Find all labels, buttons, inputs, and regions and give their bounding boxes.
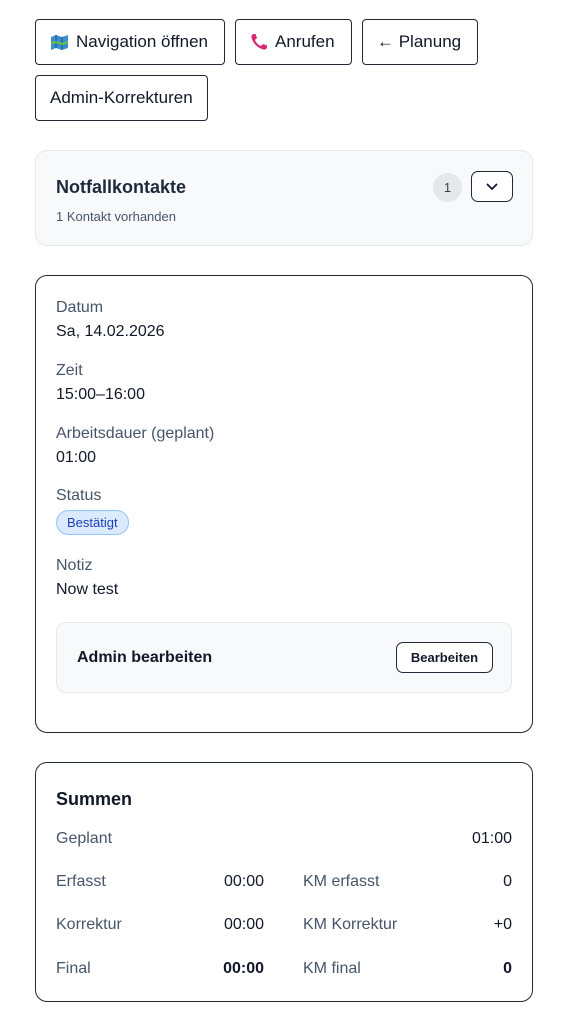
emergency-contacts-card: Notfallkontakte 1 Kontakt vorhanden 1 bbox=[35, 150, 533, 246]
appointment-details-card: Datum Sa, 14.02.2026 Zeit 15:00–16:00 Ar… bbox=[35, 275, 533, 733]
final-value: 00:00 bbox=[223, 960, 264, 977]
recorded-value: 00:00 bbox=[223, 873, 264, 890]
emergency-contacts-subtitle: 1 Kontakt vorhanden bbox=[56, 209, 176, 224]
admin-edit-section: Admin bearbeiten Bearbeiten bbox=[56, 622, 512, 693]
emergency-contacts-toggle-button[interactable] bbox=[471, 171, 513, 202]
note-value: Now test bbox=[56, 581, 119, 598]
chevron-down-icon bbox=[486, 178, 498, 196]
emergency-contacts-count-badge: 1 bbox=[433, 173, 462, 202]
date-value: Sa, 14.02.2026 bbox=[56, 323, 165, 340]
duration-label: Arbeitsdauer (geplant) bbox=[56, 425, 215, 442]
km-final-label: KM final bbox=[303, 960, 361, 977]
planned-value: 01:00 bbox=[471, 830, 512, 847]
summary-card: Summen Geplant 01:00 Erfasst 00:00 KM er… bbox=[35, 762, 533, 1002]
planned-label: Geplant bbox=[56, 830, 113, 847]
km-correction-label: KM Korrektur bbox=[303, 916, 398, 933]
duration-value: 01:00 bbox=[56, 449, 97, 466]
correction-label: Korrektur bbox=[56, 916, 122, 933]
planning-back-button[interactable]: ← Planung bbox=[362, 19, 478, 65]
navigation-button[interactable]: Navigation öffnen bbox=[35, 19, 225, 65]
call-button[interactable]: Anrufen bbox=[235, 19, 352, 65]
map-icon bbox=[50, 34, 69, 51]
note-label: Notiz bbox=[56, 557, 93, 574]
time-label: Zeit bbox=[56, 362, 83, 379]
phone-icon bbox=[250, 33, 268, 51]
time-value: 15:00–16:00 bbox=[56, 386, 145, 403]
km-final-value: 0 bbox=[503, 960, 512, 977]
action-buttons-row: Navigation öffnen Anrufen ← Planung bbox=[35, 19, 478, 65]
admin-edit-button[interactable]: Bearbeiten bbox=[396, 642, 493, 673]
admin-edit-title: Admin bearbeiten bbox=[77, 649, 213, 666]
km-recorded-label: KM erfasst bbox=[303, 873, 380, 890]
correction-value: 00:00 bbox=[223, 916, 264, 933]
status-label: Status bbox=[56, 487, 102, 504]
recorded-label: Erfasst bbox=[56, 873, 106, 890]
admin-corrections-button[interactable]: Admin-Korrekturen bbox=[35, 75, 208, 121]
planning-back-button-label: ← Planung bbox=[377, 32, 462, 51]
admin-corrections-button-label: Admin-Korrekturen bbox=[50, 88, 193, 107]
call-button-label: Anrufen bbox=[275, 32, 335, 51]
summary-title: Summen bbox=[56, 789, 133, 809]
emergency-contacts-title: Notfallkontakte bbox=[56, 177, 187, 197]
date-label: Datum bbox=[56, 299, 104, 316]
final-label: Final bbox=[56, 960, 91, 977]
km-correction-value: +0 bbox=[493, 916, 512, 933]
status-badge: Bestätigt bbox=[56, 510, 129, 535]
admin-buttons-row: Admin-Korrekturen bbox=[35, 75, 208, 121]
km-recorded-value: 0 bbox=[503, 873, 512, 890]
navigation-button-label: Navigation öffnen bbox=[76, 32, 209, 51]
